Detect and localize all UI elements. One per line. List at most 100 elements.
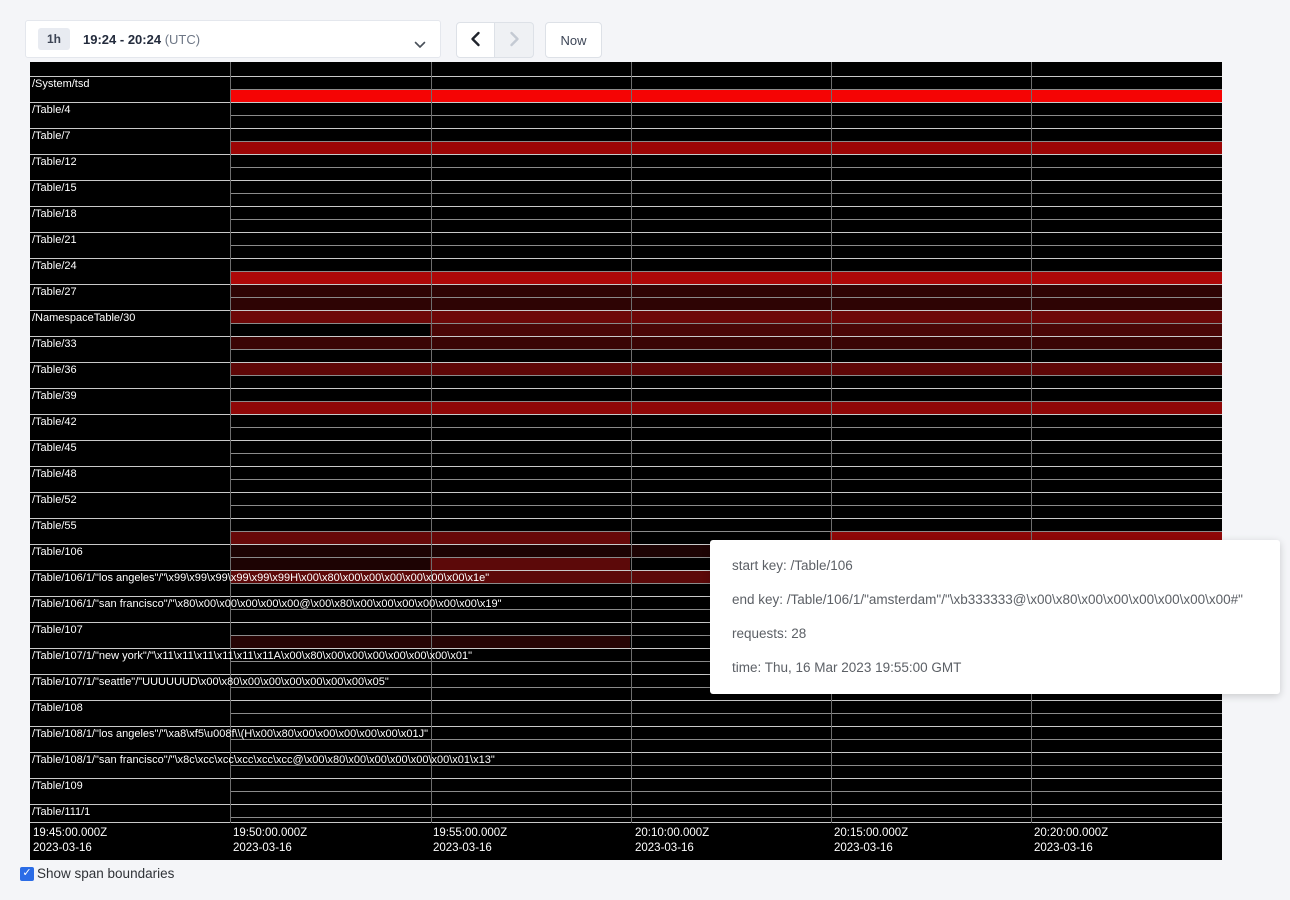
row-label: /Table/52 bbox=[32, 495, 77, 506]
row-label: /Table/106/1/"san francisco"/"\x80\x00\x… bbox=[32, 599, 502, 610]
grid-hline bbox=[30, 128, 1222, 129]
grid-hline bbox=[30, 232, 1222, 233]
grid-vline bbox=[431, 62, 432, 823]
grid-hline bbox=[30, 154, 1222, 155]
next-time-button[interactable] bbox=[495, 22, 534, 58]
grid-hline bbox=[30, 778, 1222, 779]
grid-hline bbox=[230, 401, 1222, 402]
grid-hline bbox=[30, 700, 1222, 701]
grid-hline bbox=[230, 245, 1222, 246]
row-label: /NamespaceTable/30 bbox=[32, 313, 135, 324]
grid-hline bbox=[230, 505, 1222, 506]
heatmap-band[interactable] bbox=[430, 558, 630, 570]
row-label: /Table/108/1/"los angeles"/"\xa8\xf5\u00… bbox=[32, 729, 428, 740]
time-range-picker[interactable]: 1h 19:24 - 20:24 (UTC) bbox=[25, 20, 441, 58]
row-label: /Table/15 bbox=[32, 183, 77, 194]
row-label: /Table/4 bbox=[32, 105, 71, 116]
heatmap-band[interactable] bbox=[230, 142, 1222, 154]
grid-hline bbox=[230, 713, 1222, 714]
row-label: /Table/33 bbox=[32, 339, 77, 350]
range-value: 19:24 - 20:24 bbox=[83, 32, 161, 47]
grid-hline bbox=[230, 349, 1222, 350]
row-label: /Table/108 bbox=[32, 703, 83, 714]
tooltip-time: time: Thu, 16 Mar 2023 19:55:00 GMT bbox=[732, 651, 1258, 685]
grid-hline bbox=[30, 726, 1222, 727]
tooltip-requests: requests: 28 bbox=[732, 617, 1258, 651]
grid-hline bbox=[30, 414, 1222, 415]
row-label: /Table/111/1 bbox=[32, 807, 90, 818]
grid-hline bbox=[230, 453, 1222, 454]
row-label: /Table/7 bbox=[32, 131, 71, 142]
row-label: /Table/12 bbox=[32, 157, 77, 168]
heatmap-band[interactable] bbox=[230, 272, 1222, 284]
tooltip-start-key: start key: /Table/106 bbox=[732, 549, 1258, 583]
chevron-down-icon bbox=[414, 36, 426, 54]
prev-time-button[interactable] bbox=[456, 22, 495, 58]
grid-hline bbox=[30, 336, 1222, 337]
grid-hline bbox=[230, 167, 1222, 168]
span-tooltip: start key: /Table/106 end key: /Table/10… bbox=[710, 540, 1280, 694]
heatmap-band[interactable] bbox=[230, 363, 1222, 375]
show-span-boundaries-toggle[interactable]: ✓ Show span boundaries bbox=[20, 866, 174, 881]
row-label: /System/tsd bbox=[32, 79, 89, 90]
heatmap-band[interactable] bbox=[430, 324, 1222, 336]
grid-hline bbox=[230, 89, 1222, 90]
grid-hline bbox=[30, 206, 1222, 207]
row-label: /Table/24 bbox=[32, 261, 77, 272]
heatmap-band[interactable] bbox=[230, 402, 1222, 414]
row-label: /Table/27 bbox=[32, 287, 77, 298]
grid-hline bbox=[30, 102, 1222, 103]
axis-tick: 20:20:00.000Z2023-03-16 bbox=[1034, 826, 1108, 856]
axis-tick: 19:50:00.000Z2023-03-16 bbox=[233, 826, 307, 856]
heatmap-band[interactable] bbox=[230, 337, 1222, 349]
row-label: /Table/107/1/"seattle"/"UUUUUUD\x00\x80\… bbox=[32, 677, 389, 688]
grid-hline bbox=[230, 297, 1222, 298]
grid-hline bbox=[30, 440, 1222, 441]
row-label: /Table/106 bbox=[32, 547, 83, 558]
chevron-right-icon bbox=[509, 31, 520, 50]
grid-hline bbox=[30, 466, 1222, 467]
row-label: /Table/107 bbox=[32, 625, 83, 636]
grid-hline bbox=[230, 141, 1222, 142]
grid-hline bbox=[230, 375, 1222, 376]
grid-hline bbox=[230, 531, 1222, 532]
grid-vline bbox=[1031, 62, 1032, 823]
grid-hline bbox=[230, 323, 1222, 324]
grid-hline bbox=[230, 115, 1222, 116]
key-visualizer-canvas[interactable]: /System/tsd/Table/4/Table/7/Table/12/Tab… bbox=[30, 62, 1222, 860]
time-nav-group bbox=[456, 22, 534, 58]
time-axis: 19:45:00.000Z2023-03-1619:50:00.000Z2023… bbox=[30, 823, 1222, 860]
key-visualizer-plot[interactable]: /System/tsd/Table/4/Table/7/Table/12/Tab… bbox=[30, 62, 1222, 823]
axis-tick: 20:15:00.000Z2023-03-16 bbox=[834, 826, 908, 856]
grid-hline bbox=[230, 219, 1222, 220]
row-label: /Table/45 bbox=[32, 443, 77, 454]
range-duration-badge: 1h bbox=[38, 28, 70, 50]
checkbox-label: Show span boundaries bbox=[37, 866, 174, 881]
grid-hline bbox=[30, 388, 1222, 389]
grid-hline bbox=[230, 427, 1222, 428]
row-label: /Table/39 bbox=[32, 391, 77, 402]
axis-tick: 19:55:00.000Z2023-03-16 bbox=[433, 826, 507, 856]
grid-hline bbox=[30, 310, 1222, 311]
range-timezone: (UTC) bbox=[161, 32, 200, 47]
grid-hline bbox=[30, 180, 1222, 181]
grid-hline bbox=[30, 518, 1222, 519]
grid-hline bbox=[230, 193, 1222, 194]
heatmap-band[interactable] bbox=[230, 90, 1222, 102]
row-label: /Table/55 bbox=[32, 521, 77, 532]
row-label: /Table/106/1/"los angeles"/"\x99\x99\x99… bbox=[32, 573, 489, 584]
now-button[interactable]: Now bbox=[545, 22, 602, 58]
row-label: /Table/42 bbox=[32, 417, 77, 428]
checkbox-checked-icon[interactable]: ✓ bbox=[20, 867, 34, 881]
grid-hline bbox=[30, 284, 1222, 285]
grid-hline bbox=[30, 76, 1222, 77]
heatmap-band[interactable] bbox=[230, 285, 1222, 297]
heatmap-band[interactable] bbox=[230, 558, 430, 570]
range-text: 19:24 - 20:24 (UTC) bbox=[83, 32, 200, 47]
heatmap-band[interactable] bbox=[230, 298, 1222, 310]
row-label: /Table/108/1/"san francisco"/"\x8c\xcc\x… bbox=[32, 755, 495, 766]
grid-hline bbox=[230, 271, 1222, 272]
heatmap-band[interactable] bbox=[230, 311, 1222, 323]
grid-hline bbox=[230, 791, 1222, 792]
grid-hline bbox=[30, 804, 1222, 805]
